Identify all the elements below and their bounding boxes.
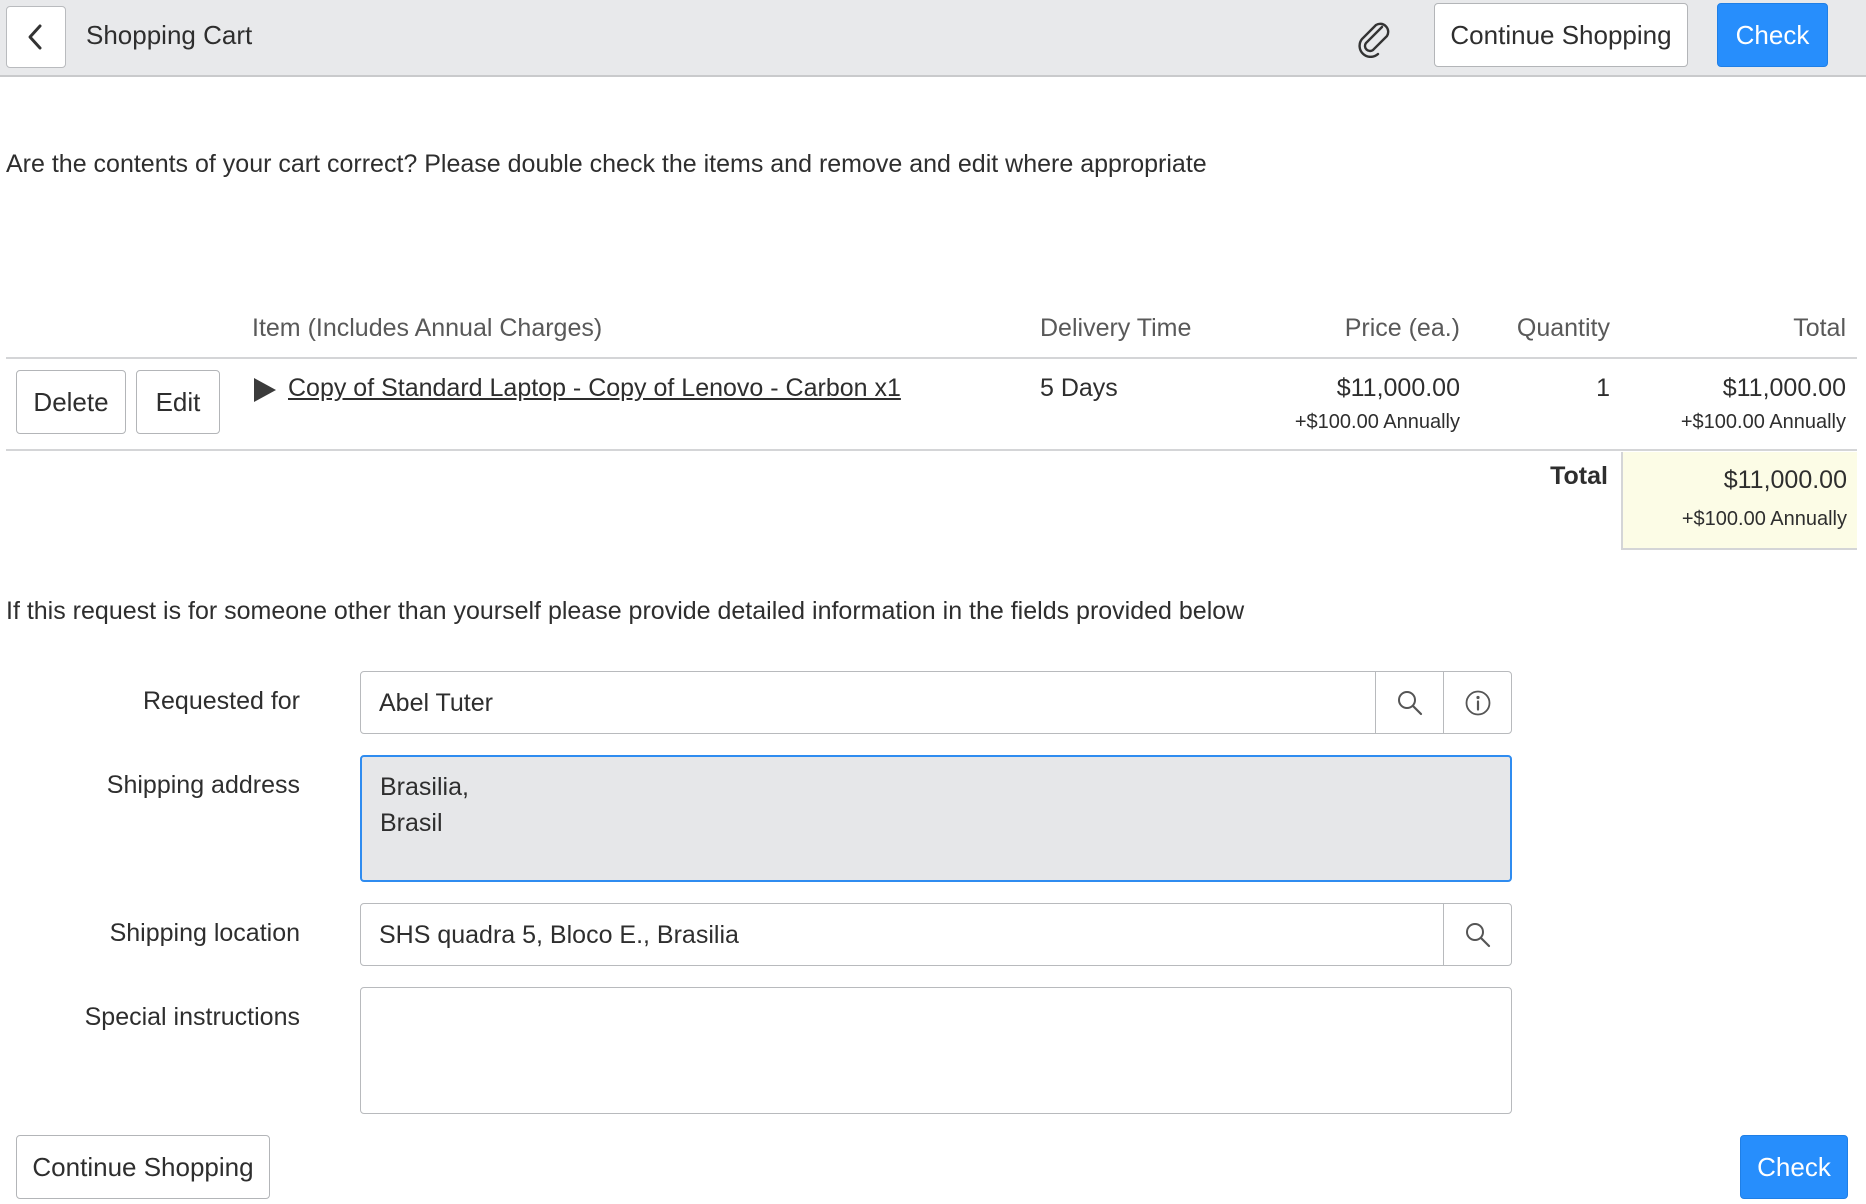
grand-total-box: $11,000.00 +$100.00 Annually — [1621, 452, 1857, 550]
delivery-time: 5 Days — [1040, 374, 1118, 402]
expand-caret-icon[interactable] — [254, 378, 276, 402]
shipping-location-field: SHS quadra 5, Bloco E., Brasilia — [360, 903, 1512, 966]
column-header-price: Price (ea.) — [1344, 314, 1460, 342]
delete-button[interactable]: Delete — [16, 370, 126, 434]
requested-for-field: Abel Tuter — [360, 671, 1512, 734]
quantity: 1 — [1596, 374, 1610, 402]
continue-shopping-button-top[interactable]: Continue Shopping — [1434, 3, 1688, 67]
column-header-delivery: Delivery Time — [1040, 314, 1192, 342]
column-header-quantity: Quantity — [1516, 314, 1610, 342]
unit-price-annual: +$100.00 Annually — [1294, 411, 1460, 433]
page-title: Shopping Cart — [86, 20, 253, 50]
special-instructions-textarea[interactable] — [360, 987, 1512, 1114]
check-button-top[interactable]: Check — [1717, 3, 1828, 67]
row-total: $11,000.00 — [1722, 374, 1846, 402]
requested-for-input[interactable]: Abel Tuter — [379, 689, 493, 718]
requested-for-info-button[interactable] — [1443, 672, 1512, 733]
info-icon — [1465, 690, 1491, 715]
unit-price: $11,000.00 — [1336, 374, 1460, 402]
grand-total-annual: +$100.00 Annually — [1681, 508, 1847, 530]
grand-total-label: Total — [1550, 462, 1608, 490]
shipping-address-line1: Brasilia, — [380, 773, 469, 801]
requested-for-search-button[interactable] — [1375, 672, 1444, 733]
shipping-address-textarea[interactable]: Brasilia, Brasil — [360, 755, 1512, 882]
search-icon — [1398, 690, 1423, 715]
continue-shopping-button-bottom[interactable]: Continue Shopping — [16, 1135, 270, 1199]
top-bar: Shopping Cart Continue Shopping Check — [0, 0, 1866, 77]
column-header-total: Total — [1793, 314, 1846, 342]
check-button-bottom[interactable]: Check — [1740, 1135, 1848, 1199]
column-header-item: Item (Includes Annual Charges) — [252, 314, 603, 342]
paperclip-icon[interactable] — [1354, 18, 1394, 58]
shipping-address-label: Shipping address — [106, 771, 300, 799]
back-button[interactable] — [6, 6, 66, 68]
shipping-location-label: Shipping location — [109, 919, 300, 947]
requested-for-label: Requested for — [142, 687, 300, 715]
shipping-location-input[interactable]: SHS quadra 5, Bloco E., Brasilia — [379, 921, 739, 950]
search-icon — [1466, 922, 1491, 947]
grand-total-value: $11,000.00 — [1723, 466, 1847, 494]
special-instructions-label: Special instructions — [84, 1003, 300, 1031]
edit-button[interactable]: Edit — [136, 370, 220, 434]
requested-for-note: If this request is for someone other tha… — [6, 597, 1245, 625]
item-link[interactable]: Copy of Standard Laptop - Copy of Lenovo… — [288, 374, 901, 403]
row-total-annual: +$100.00 Annually — [1680, 411, 1846, 433]
row-divider — [6, 449, 1857, 451]
shipping-location-search-button[interactable] — [1443, 904, 1512, 965]
intro-text: Are the contents of your cart correct? P… — [6, 150, 1207, 178]
chevron-left-icon — [28, 24, 42, 50]
header-divider — [6, 357, 1857, 359]
shipping-address-line2: Brasil — [380, 809, 443, 837]
